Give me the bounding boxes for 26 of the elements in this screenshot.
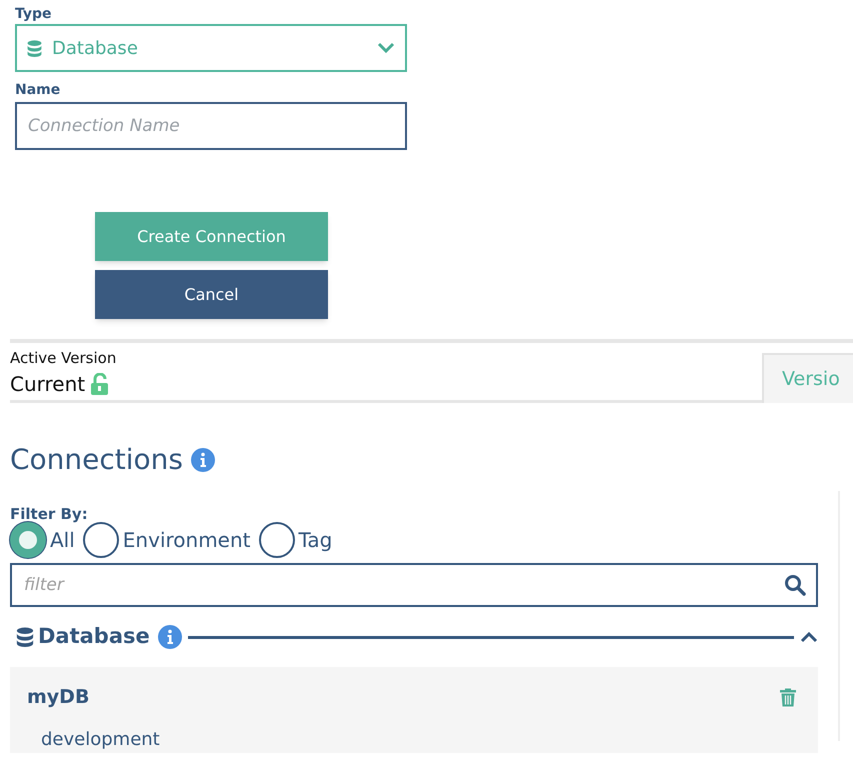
version-label: Active Version xyxy=(10,348,116,369)
name-field[interactable]: Connection Name xyxy=(15,102,407,150)
info-icon[interactable] xyxy=(191,448,216,472)
radio-label[interactable]: Environment xyxy=(122,525,251,555)
version-value: Current xyxy=(10,371,86,398)
radio-label[interactable]: All xyxy=(50,525,75,555)
environment-text: development xyxy=(41,728,161,752)
chevron-down-icon xyxy=(377,42,395,54)
database-icon xyxy=(16,627,34,647)
radio-button[interactable] xyxy=(258,522,295,558)
info-icon[interactable] xyxy=(158,625,182,649)
field-label: Name xyxy=(15,81,62,100)
connection-card[interactable]: myDB development xyxy=(10,667,818,753)
radio-button[interactable] xyxy=(10,522,46,558)
field-label: Type xyxy=(15,5,53,24)
section-heading: Database xyxy=(38,623,150,650)
cancel-button[interactable]: Cancel xyxy=(95,270,328,319)
search-icon[interactable] xyxy=(784,574,806,596)
filter-label: Filter By: xyxy=(10,504,89,523)
database-icon xyxy=(27,40,42,56)
connection-name: myDB xyxy=(27,685,90,710)
chevron-up-icon[interactable] xyxy=(800,631,818,643)
radio-button[interactable] xyxy=(82,522,119,558)
filter-field[interactable]: filter xyxy=(10,563,818,607)
radio-label[interactable]: Tag xyxy=(298,525,332,555)
connections-heading: Connections xyxy=(10,442,184,478)
